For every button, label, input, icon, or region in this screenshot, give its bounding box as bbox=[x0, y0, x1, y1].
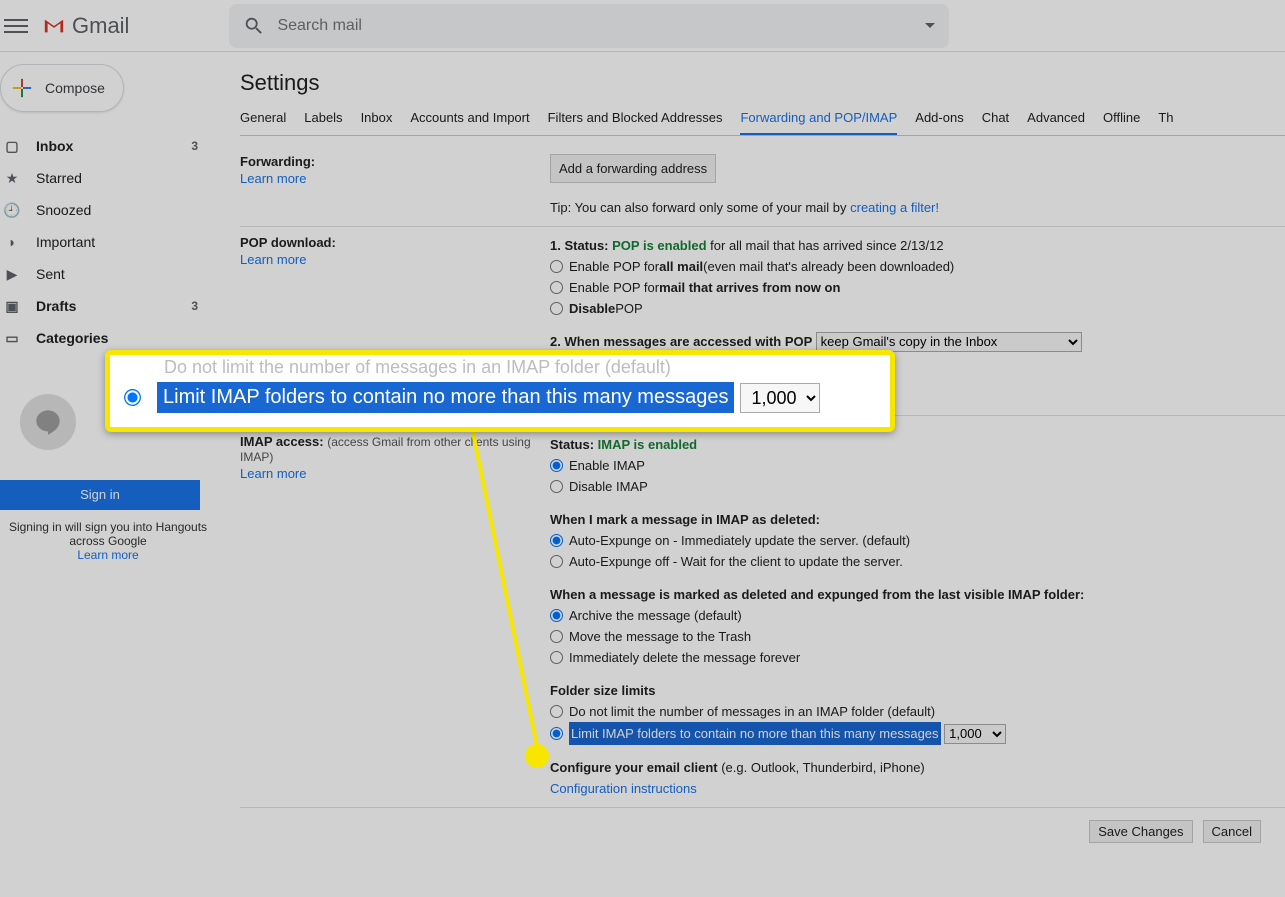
imap-label: IMAP access: bbox=[240, 434, 324, 449]
signin-button[interactable]: Sign in bbox=[0, 480, 200, 510]
hangouts-icon[interactable] bbox=[20, 394, 76, 450]
imap-enable-radio[interactable] bbox=[550, 459, 563, 472]
tab-labels[interactable]: Labels bbox=[304, 110, 342, 135]
plus-icon bbox=[11, 77, 33, 99]
sidebar-nav: ▢Inbox3★Starred🕘Snoozed◗Important▶Sent▣D… bbox=[0, 130, 216, 354]
pop-label: POP download: bbox=[240, 235, 336, 250]
save-button[interactable]: Save Changes bbox=[1089, 820, 1192, 843]
compose-button[interactable]: Compose bbox=[0, 64, 124, 112]
pop-allmail-radio[interactable] bbox=[550, 260, 563, 273]
tab-forwarding-and-pop-imap[interactable]: Forwarding and POP/IMAP bbox=[740, 110, 897, 135]
tab-inbox[interactable]: Inbox bbox=[361, 110, 393, 135]
expunge-off-radio[interactable] bbox=[550, 555, 563, 568]
no-limit-radio[interactable] bbox=[550, 705, 563, 718]
sidebar-item-snoozed[interactable]: 🕘Snoozed bbox=[0, 194, 216, 226]
sidebar: Compose ▢Inbox3★Starred🕘Snoozed◗Importan… bbox=[0, 52, 216, 897]
imap-learn-link[interactable]: Learn more bbox=[240, 466, 550, 481]
forwarding-learn-link[interactable]: Learn more bbox=[240, 171, 550, 186]
gmail-logo[interactable]: Gmail bbox=[40, 13, 129, 39]
pop-disable-radio[interactable] bbox=[550, 302, 563, 315]
limit-count-select[interactable]: 1,000 bbox=[944, 724, 1006, 744]
send-icon: ▶ bbox=[2, 264, 22, 284]
sidebar-item-drafts[interactable]: ▣Drafts3 bbox=[0, 290, 216, 322]
search-options-icon[interactable] bbox=[925, 23, 935, 28]
sidebar-item-important[interactable]: ◗Important bbox=[0, 226, 216, 258]
tab-accounts-and-import[interactable]: Accounts and Import bbox=[410, 110, 529, 135]
menu-icon[interactable] bbox=[4, 14, 28, 38]
clock-icon: 🕘 bbox=[2, 200, 22, 220]
cancel-button[interactable]: Cancel bbox=[1203, 820, 1261, 843]
sidebar-item-starred[interactable]: ★Starred bbox=[0, 162, 216, 194]
tab-add-ons[interactable]: Add-ons bbox=[915, 110, 963, 135]
star-icon: ★ bbox=[2, 168, 22, 188]
pop-learn-link[interactable]: Learn more bbox=[240, 252, 550, 267]
sidebar-item-inbox[interactable]: ▢Inbox3 bbox=[0, 130, 216, 162]
forwarding-section: Forwarding: Learn more Add a forwarding … bbox=[240, 146, 1285, 227]
expunge-on-radio[interactable] bbox=[550, 534, 563, 547]
imap-disable-radio[interactable] bbox=[550, 480, 563, 493]
delete-radio[interactable] bbox=[550, 651, 563, 664]
callout-select[interactable]: 1,000 bbox=[740, 383, 820, 413]
file-icon: ▣ bbox=[2, 296, 22, 316]
sidebar-item-sent[interactable]: ▶Sent bbox=[0, 258, 216, 290]
create-filter-link[interactable]: creating a filter! bbox=[850, 200, 939, 215]
tab-offline[interactable]: Offline bbox=[1103, 110, 1140, 135]
app-name: Gmail bbox=[72, 13, 129, 39]
forwarding-label: Forwarding: bbox=[240, 154, 315, 169]
pop-nowon-radio[interactable] bbox=[550, 281, 563, 294]
search-bar[interactable] bbox=[229, 4, 949, 48]
gmail-m-icon bbox=[40, 15, 68, 37]
trash-radio[interactable] bbox=[550, 630, 563, 643]
limit-folder-radio[interactable] bbox=[550, 727, 563, 740]
archive-radio[interactable] bbox=[550, 609, 563, 622]
tab-general[interactable]: General bbox=[240, 110, 286, 135]
compose-label: Compose bbox=[45, 80, 105, 96]
tab-chat[interactable]: Chat bbox=[982, 110, 1009, 135]
tag-icon: ◗ bbox=[2, 232, 22, 252]
inbox-icon: ▢ bbox=[2, 136, 22, 156]
settings-tabs: General Labels Inbox Accounts and Import Fil… bbox=[240, 110, 1285, 136]
search-input[interactable] bbox=[277, 17, 925, 35]
app-header: Gmail bbox=[0, 0, 1285, 52]
imap-section: IMAP access: (access Gmail from other cl… bbox=[240, 416, 1285, 807]
pop-action-select[interactable]: keep Gmail's copy in the Inbox bbox=[816, 332, 1082, 352]
callout-radio[interactable] bbox=[124, 389, 141, 406]
signin-hint: Signing in will sign you into Hangouts a… bbox=[0, 520, 216, 562]
settings-content: Settings General Labels Inbox Accounts and … bbox=[216, 52, 1285, 897]
annotation-callout: Do not limit the number of messages in a… bbox=[105, 350, 895, 432]
search-icon bbox=[243, 15, 265, 37]
config-instructions-link[interactable]: Configuration instructions bbox=[550, 781, 697, 796]
tab-th[interactable]: Th bbox=[1158, 110, 1173, 135]
stack-icon: ▭ bbox=[2, 328, 22, 348]
tab-filters-and-blocked-addresses[interactable]: Filters and Blocked Addresses bbox=[548, 110, 723, 135]
page-title: Settings bbox=[240, 70, 1285, 96]
tab-advanced[interactable]: Advanced bbox=[1027, 110, 1085, 135]
signin-learn-link[interactable]: Learn more bbox=[8, 548, 208, 562]
add-forwarding-button[interactable]: Add a forwarding address bbox=[550, 154, 716, 183]
